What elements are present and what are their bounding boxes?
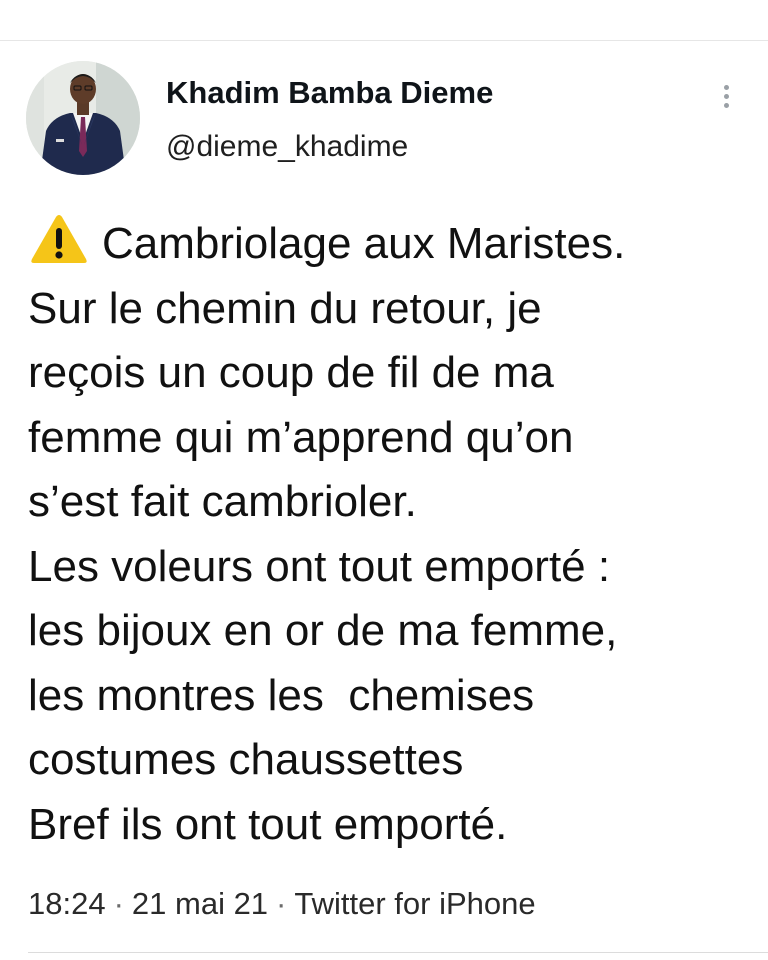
author-handle[interactable]: @dieme_khadime <box>166 128 408 166</box>
tweet-line: Sur le chemin du retour, je <box>28 283 542 333</box>
meta-separator: · <box>113 886 124 921</box>
tweet-line-text: Cambriolage aux Maristes. <box>102 219 626 268</box>
top-divider <box>0 40 768 41</box>
tweet-line: femme qui m’apprend qu’on <box>28 412 574 462</box>
tweet-line: reçois un coup de fil de ma <box>28 348 554 397</box>
more-dot-icon <box>723 102 729 108</box>
tweet-line: les montres les chemises <box>28 670 535 720</box>
avatar-photo <box>26 61 140 175</box>
tweet-time[interactable]: 18:24 <box>28 886 106 921</box>
warning-sign-icon <box>30 214 88 283</box>
more-options-button[interactable] <box>712 78 740 114</box>
tweet-line: s’est fait cambrioler. <box>28 477 417 526</box>
tweet-line: les bijoux en or de ma femme, <box>28 606 618 655</box>
tweet-line: Les voleurs ont tout emporté : <box>28 541 611 591</box>
tweet-date[interactable]: 21 mai 21 <box>132 886 268 921</box>
tweet-meta: 18:24 · 21 mai 21 · Twitter for iPhone <box>28 884 536 924</box>
bottom-divider <box>28 952 768 953</box>
more-dot-icon <box>723 84 729 90</box>
tweet-line: costumes chaussettes <box>28 735 464 784</box>
more-dot-icon <box>723 93 729 99</box>
meta-separator: · <box>276 886 287 921</box>
avatar[interactable] <box>26 61 140 175</box>
tweet-line: Bref ils ont tout emporté. <box>28 799 508 849</box>
tweet-text: Cambriolage aux Maristes. Sur le chemin … <box>28 212 748 857</box>
tweet-line: Cambriolage aux Maristes. <box>28 212 748 277</box>
author-display-name[interactable]: Khadim Bamba Dieme <box>166 74 493 112</box>
tweet-source-link[interactable]: Twitter for iPhone <box>294 886 535 921</box>
